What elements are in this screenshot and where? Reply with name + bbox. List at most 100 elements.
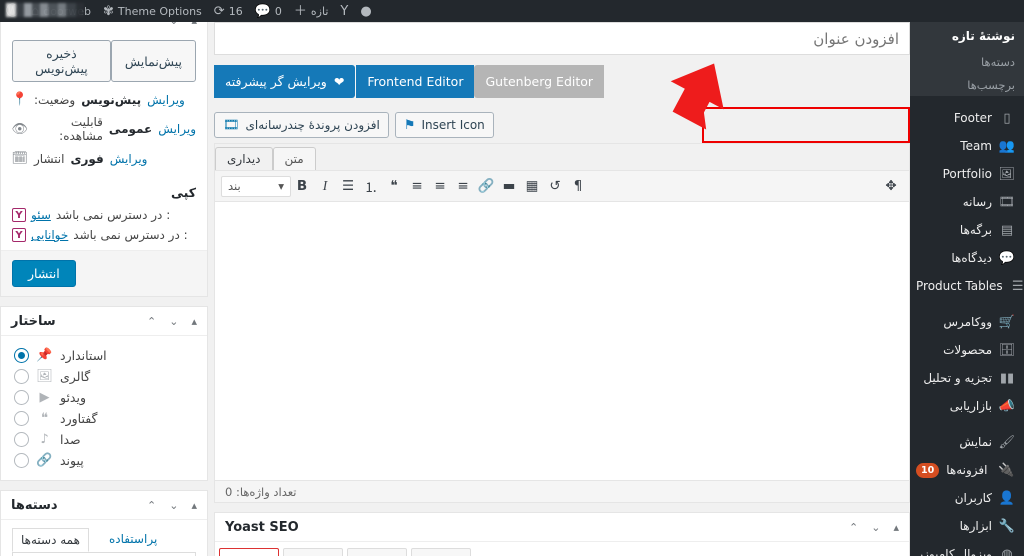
adminbar-yoast-seo[interactable]: Y: [334, 0, 354, 22]
yoast-readability-link[interactable]: خوانایی: [31, 228, 68, 242]
insert-link-button[interactable]: 🔗: [475, 175, 497, 197]
format-option-audio[interactable]: ♪ صدا: [12, 429, 196, 450]
move-down-icon[interactable]: ⌄: [871, 521, 880, 534]
move-up-icon[interactable]: ⌃: [147, 499, 156, 512]
sidebar-item-footer[interactable]: Footer ▯: [910, 104, 1024, 132]
align-left-button[interactable]: ≡: [452, 175, 474, 197]
post-title-field[interactable]: [214, 22, 910, 55]
sidebar-item-woocommerce[interactable]: ووکامرس 🛒: [910, 308, 1024, 336]
edit-schedule-link[interactable]: ویرایش: [110, 152, 148, 166]
tab-text[interactable]: متن: [272, 147, 316, 170]
editor-content-area[interactable]: [215, 202, 909, 480]
format-radio[interactable]: [14, 390, 29, 405]
sidebar-item-product-tables[interactable]: Product Tables ☰: [910, 272, 1024, 300]
sidebar-item-label: نمایش: [959, 435, 992, 449]
yoast-tab-2[interactable]: [347, 548, 407, 556]
plugins-update-badge: 10: [916, 462, 940, 478]
undo-button[interactable]: ↺: [544, 175, 566, 197]
adminbar-comments[interactable]: 💬 0: [249, 0, 288, 22]
sidebar-item-categories[interactable]: دسته‌ها: [910, 50, 1024, 73]
sidebar-item-visual-composer[interactable]: ویزوال کامپوزر ◍: [910, 540, 1024, 556]
add-media-button[interactable]: 🎞 افزودن پروندهٔ چندرسانه‌ای: [214, 112, 389, 138]
blockquote-button[interactable]: ❝: [383, 175, 405, 197]
format-radio[interactable]: [14, 348, 29, 363]
adminbar-user-profile[interactable]: ●: [354, 0, 377, 22]
categories-tabs: همه دسته‌ها پراستفاده: [1, 520, 207, 552]
sidebar-item-label: برگه‌ها: [959, 223, 992, 237]
categories-checklist[interactable]: [12, 552, 196, 556]
move-down-icon[interactable]: ⌄: [169, 499, 178, 512]
adminbar-new-content[interactable]: ＋ تازه: [288, 0, 335, 22]
read-more-button[interactable]: ▬: [498, 175, 520, 197]
format-option-quote[interactable]: ❝ گفتاورد: [12, 408, 196, 429]
switch-divider: [355, 65, 357, 98]
tab-visual[interactable]: دیداری: [215, 147, 273, 170]
bulleted-list-button[interactable]: ☰: [337, 175, 359, 197]
fullscreen-button[interactable]: ✥: [880, 175, 902, 197]
numbered-list-button[interactable]: ⒈: [360, 175, 382, 197]
adminbar-theme-options[interactable]: ✾ Theme Options: [97, 0, 208, 22]
sidebar-item-label: محصولات: [943, 343, 992, 357]
add-media-label: افزودن پروندهٔ چندرسانه‌ای: [245, 118, 380, 132]
post-title-input[interactable]: [215, 23, 909, 54]
paragraph-format-select[interactable]: بند ▾: [221, 175, 291, 197]
adminbar-updates[interactable]: ⟳ 16: [208, 0, 249, 22]
bold-button[interactable]: B: [291, 175, 313, 197]
sidebar-item-products[interactable]: محصولات 🗄: [910, 336, 1024, 364]
move-up-icon[interactable]: ⌃: [147, 315, 156, 328]
insert-icon-button[interactable]: ⚑ Insert Icon: [394, 112, 494, 138]
move-down-icon[interactable]: ⌄: [169, 315, 178, 328]
publish-button[interactable]: انتشار: [12, 260, 76, 287]
sidebar-item-appearance[interactable]: نمایش 🖌: [910, 428, 1024, 456]
sidebar-item-media[interactable]: رسانه 🎞: [910, 188, 1024, 216]
italic-button[interactable]: I: [314, 175, 336, 197]
format-radio[interactable]: [14, 453, 29, 468]
format-radio[interactable]: [14, 369, 29, 384]
sidebar-item-tags[interactable]: برچسب‌ها: [910, 73, 1024, 96]
publish-misc-actions: 📍 وضعیت: پیش‌نویس ویرایش 👁 قابلیت مشاهده…: [1, 86, 207, 179]
gutenberg-editor-button[interactable]: Gutenberg Editor: [474, 65, 605, 98]
preview-button[interactable]: پیش‌نمایش: [110, 40, 196, 82]
format-radio[interactable]: [14, 411, 29, 426]
sidebar-item-team[interactable]: Team 👥: [910, 132, 1024, 160]
edit-status-link[interactable]: ویرایش: [147, 93, 185, 107]
post-visibility-value: عمومی: [108, 122, 153, 136]
page-icon: ▯: [1003, 110, 1011, 126]
format-option-video[interactable]: ▶ ویدئو: [12, 387, 196, 408]
toolbar-toggle-button[interactable]: ▦: [521, 175, 543, 197]
align-right-button[interactable]: ≡: [406, 175, 428, 197]
format-radio[interactable]: [14, 432, 29, 447]
format-option-gallery[interactable]: 🖼 گالری: [12, 366, 196, 387]
admin-sidebar-menu: نوشتهٔ تازه دسته‌ها برچسب‌ها Footer ▯ Te…: [910, 0, 1024, 556]
sidebar-item-comments[interactable]: دیدگاه‌ها 💬: [910, 244, 1024, 272]
save-draft-button[interactable]: ذخیره پیش‌نویس: [12, 40, 111, 82]
text-direction-button[interactable]: ¶: [567, 175, 589, 197]
yoast-seo-link[interactable]: سئو: [31, 208, 51, 222]
yoast-tab-3[interactable]: [283, 548, 343, 556]
align-center-button[interactable]: ≡: [429, 175, 451, 197]
sidebar-item-new-post[interactable]: نوشتهٔ تازه: [910, 22, 1024, 50]
sidebar-item-label: افزونه‌ها: [946, 463, 988, 477]
format-option-link[interactable]: 🔗 پیوند: [12, 450, 196, 471]
format-metabox-header: ساختار ⌃ ⌄ ▴: [1, 307, 207, 336]
sidebar-item-portfolio[interactable]: Portfolio 🖼: [910, 160, 1024, 188]
sidebar-item-marketing[interactable]: بازاریابی 📣: [910, 392, 1024, 420]
collapse-icon[interactable]: ▴: [191, 499, 197, 512]
tab-most-used[interactable]: پراستفاده: [101, 528, 165, 552]
sidebar-item-users[interactable]: کاربران 👤: [910, 484, 1024, 512]
format-option-standard[interactable]: 📌 استاندارد: [12, 345, 196, 366]
yoast-tab-1[interactable]: [411, 548, 471, 556]
sidebar-item-plugins[interactable]: 10 افزونه‌ها 🔌: [910, 456, 1024, 484]
collapse-icon[interactable]: ▴: [893, 521, 899, 534]
move-up-icon[interactable]: ⌃: [849, 521, 858, 534]
sidebar-item-label: Product Tables: [916, 279, 1003, 293]
sidebar-item-pages[interactable]: برگه‌ها ▤: [910, 216, 1024, 244]
frontend-editor-button[interactable]: Frontend Editor: [356, 65, 475, 98]
sidebar-item-tools[interactable]: ابزارها 🔧: [910, 512, 1024, 540]
edit-visibility-link[interactable]: ویرایش: [158, 122, 196, 136]
yoast-tab-4[interactable]: [219, 547, 279, 556]
tab-all-categories[interactable]: همه دسته‌ها: [12, 528, 89, 552]
collapse-icon[interactable]: ▴: [191, 315, 197, 328]
sidebar-item-analytics[interactable]: تجزیه و تحلیل ▮▮: [910, 364, 1024, 392]
advanced-editor-button[interactable]: ❤ ویرایش گر پیشرفته: [214, 65, 356, 98]
